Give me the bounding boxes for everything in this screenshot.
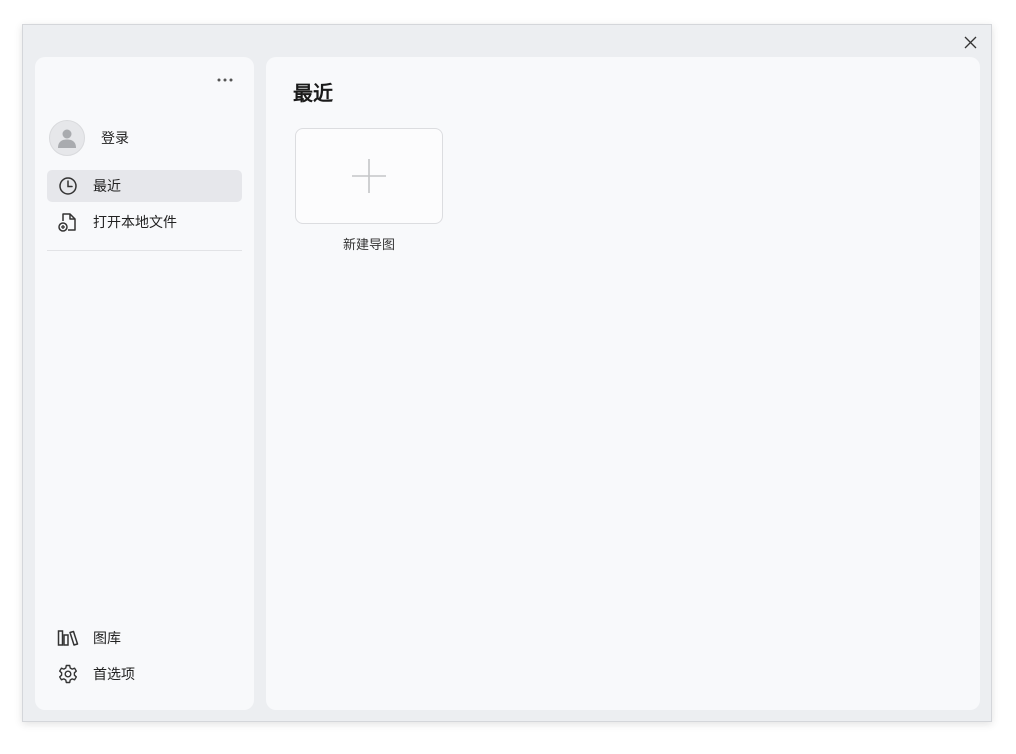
page-title: 最近 [293, 81, 333, 105]
gear-icon [57, 663, 79, 685]
avatar[interactable] [49, 120, 85, 156]
more-horizontal-icon [217, 78, 233, 82]
library-icon [57, 627, 79, 649]
sidebar: 登录 最近 打开本地文件 图库 首选项 [35, 57, 254, 710]
login-row[interactable]: 登录 [49, 119, 129, 157]
sidebar-nav: 最近 打开本地文件 [47, 170, 242, 242]
app-window: 登录 最近 打开本地文件 图库 首选项 最近 新建导图 [22, 24, 992, 722]
sidebar-divider [47, 250, 242, 251]
sidebar-item-label: 首选项 [93, 667, 135, 683]
sidebar-bottom-nav: 图库 首选项 [47, 622, 242, 694]
main-panel: 最近 新建导图 [266, 57, 980, 710]
sidebar-item-open-local-file[interactable]: 打开本地文件 [47, 206, 242, 238]
login-label: 登录 [101, 131, 129, 147]
plus-icon [352, 159, 386, 193]
user-avatar-icon [58, 129, 76, 148]
sidebar-item-label: 打开本地文件 [93, 215, 177, 231]
new-mindmap-label[interactable]: 新建导图 [295, 234, 443, 253]
close-button[interactable] [961, 33, 979, 51]
more-options-button[interactable] [216, 73, 234, 87]
open-file-icon [57, 211, 79, 233]
sidebar-item-recent[interactable]: 最近 [47, 170, 242, 202]
sidebar-item-label: 最近 [93, 179, 121, 195]
close-icon [964, 36, 976, 48]
sidebar-item-library[interactable]: 图库 [47, 622, 242, 654]
sidebar-item-label: 图库 [93, 631, 121, 647]
new-mindmap-card[interactable] [295, 128, 443, 224]
clock-icon [57, 175, 79, 197]
sidebar-item-preferences[interactable]: 首选项 [47, 658, 242, 690]
